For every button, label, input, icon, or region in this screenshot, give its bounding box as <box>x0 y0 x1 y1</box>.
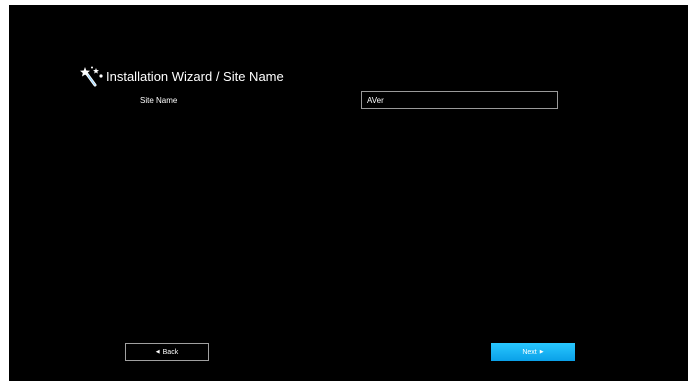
back-button[interactable]: ◀ Back <box>125 343 209 361</box>
next-button[interactable]: Next ▶ <box>491 343 575 361</box>
triangle-right-icon: ▶ <box>539 349 544 355</box>
back-button-label: Back <box>162 348 179 356</box>
triangle-left-icon: ◀ <box>155 349 160 355</box>
page-title: Installation Wizard / Site Name <box>106 68 284 84</box>
next-button-label: Next <box>522 348 537 356</box>
site-name-input[interactable] <box>361 91 558 109</box>
wizard-screen: Installation Wizard / Site Name Site Nam… <box>9 5 688 381</box>
magic-wand-icon <box>78 65 105 87</box>
wizard-header: Installation Wizard / Site Name <box>78 65 284 87</box>
site-name-label: Site Name <box>140 96 178 105</box>
